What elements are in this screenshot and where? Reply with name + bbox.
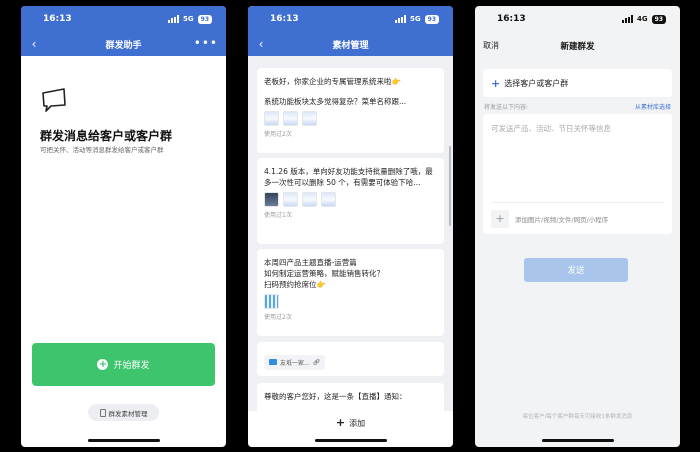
- subtitle: 可把关怀、活动等消息群发给客户或客户群: [40, 146, 164, 154]
- plus-circle-icon: +: [97, 359, 109, 370]
- select-customers-button[interactable]: + 选择客户或客户群: [483, 69, 672, 97]
- send-button[interactable]: 发送: [524, 258, 628, 282]
- card-text: 尊敬的客户您好，这是一条【直播】通知：: [264, 392, 407, 401]
- network-type: 5G: [410, 15, 421, 23]
- card-text: 本周四产品主题直播-运营篇: [264, 258, 357, 267]
- usage-count: 使用过1次: [264, 212, 292, 219]
- plus-icon: +: [335, 416, 346, 429]
- status-time: 16:13: [270, 14, 299, 24]
- card-thumbnails: [264, 192, 437, 207]
- nav-bar: ‹ 群发助手 •••: [21, 32, 226, 56]
- thumbnail-image: [283, 192, 298, 207]
- thumbnail-image: [264, 294, 279, 309]
- footnote: 每位客户/每个客户群每天可接收1条群发消息: [522, 414, 633, 420]
- document-icon: [99, 408, 106, 417]
- more-icon[interactable]: •••: [194, 36, 218, 50]
- battery-icon: 93: [197, 14, 212, 24]
- card-thumbnails: [264, 111, 437, 126]
- material-card[interactable]: 4.1.26 版本，单向好友功能支持批量删除了哦，最多一次性可以删除 50 个，…: [257, 158, 444, 244]
- send-content-label: 将发送以下内容:: [484, 104, 529, 111]
- page-title: 素材管理: [332, 40, 369, 51]
- back-icon[interactable]: ‹: [254, 36, 268, 52]
- home-indicator[interactable]: [541, 439, 614, 442]
- battery-icon: 93: [424, 14, 439, 24]
- card-text: 如何制定运营策略，赋能销售转化？: [264, 269, 384, 278]
- network-type: 4G: [637, 15, 648, 23]
- home-indicator[interactable]: [314, 439, 387, 442]
- link-icon: 🔗︎: [312, 358, 321, 366]
- material-manage-button[interactable]: 群发素材管理: [88, 404, 159, 421]
- battery-icon: 93: [651, 14, 666, 24]
- network-type: 5G: [183, 15, 194, 23]
- heading: 群发消息给客户或客户群: [40, 129, 173, 143]
- back-icon[interactable]: ‹: [27, 36, 41, 52]
- screen-group-send-assistant: 16:13 5G 93 ‹ 群发助手 ••• 群发消息给客户或客户群 可把关怀、…: [21, 6, 226, 447]
- thumbnail-image: [283, 111, 298, 126]
- status-bar: 16:13 5G 93: [248, 6, 453, 32]
- start-button-label: 开始群发: [113, 361, 150, 371]
- thumbnail-image: [321, 192, 336, 207]
- link-chip: 友坻一家... 🔗︎: [264, 354, 326, 370]
- signal-icon: [622, 15, 634, 23]
- thumbnail-image: [302, 192, 317, 207]
- nav-bar: 取消 新建群发: [475, 32, 680, 58]
- chat-bubble-icon: [42, 88, 66, 112]
- page-title: 新建群发: [560, 42, 595, 52]
- home-indicator[interactable]: [87, 439, 160, 442]
- message-input[interactable]: [483, 114, 672, 202]
- compose-box: + 添加图片/视频/文件/网页/小程序: [483, 114, 672, 234]
- card-text: 老板好，你家企业的专属管理系统来啦👉: [264, 77, 401, 86]
- status-time: 16:13: [43, 14, 72, 24]
- page-title: 群发助手: [105, 40, 142, 51]
- start-group-send-button[interactable]: + 开始群发: [32, 343, 215, 386]
- card-text: 扫码预约抢席位👉: [264, 280, 326, 289]
- link-logo-icon: [269, 359, 277, 365]
- screen-material-management: 16:13 5G 93 ‹ 素材管理 老板好，你家企业的专属管理系统来啦👉 系统…: [248, 6, 453, 447]
- screen-new-group-send: 16:13 4G 93 取消 新建群发 + 选择客户或客户群 将发送以下内容: …: [475, 6, 680, 447]
- thumbnail-image: [264, 192, 279, 207]
- usage-count: 使用过2次: [264, 314, 292, 321]
- material-card[interactable]: 本周四产品主题直播-运营篇 如何制定运营策略，赋能销售转化？ 扫码预约抢席位👉 …: [257, 249, 444, 336]
- add-attachment-button[interactable]: + 添加图片/视频/文件/网页/小程序: [491, 210, 608, 228]
- material-card[interactable]: 老板好，你家企业的专属管理系统来啦👉 系统功能板块太多觉得复杂？菜单名称跟...…: [257, 68, 444, 153]
- card-text: 4.1.26 版本，单向好友功能支持批量删除了哦，最多一次性可以删除 50 个，…: [264, 167, 433, 187]
- link-title: 友坻一家...: [280, 359, 310, 367]
- thumbnail-image: [302, 111, 317, 126]
- add-button-label: 添加: [349, 419, 366, 428]
- scrollbar[interactable]: [449, 146, 451, 226]
- card-thumbnails: [264, 294, 437, 309]
- status-time: 16:13: [497, 14, 526, 24]
- plus-icon: +: [491, 76, 501, 90]
- select-from-library-link[interactable]: 从素材库选择: [635, 102, 671, 111]
- signal-icon: [395, 15, 407, 23]
- attachment-label: 添加图片/视频/文件/网页/小程序: [515, 216, 609, 224]
- signal-icon: [168, 15, 180, 23]
- material-card[interactable]: 友坻一家... 🔗︎: [257, 342, 444, 376]
- select-customers-label: 选择客户或客户群: [504, 78, 569, 88]
- card-text: 系统功能板块太多觉得复杂？菜单名称跟...: [264, 97, 407, 106]
- plus-icon: +: [491, 210, 509, 228]
- nav-bar: ‹ 素材管理: [248, 32, 453, 56]
- status-bar: 16:13 4G 93: [475, 6, 680, 32]
- usage-count: 使用过2次: [264, 131, 292, 138]
- status-bar: 16:13 5G 93: [21, 6, 226, 32]
- thumbnail-image: [264, 111, 279, 126]
- manage-button-label: 群发素材管理: [108, 409, 148, 418]
- divider: [491, 202, 664, 203]
